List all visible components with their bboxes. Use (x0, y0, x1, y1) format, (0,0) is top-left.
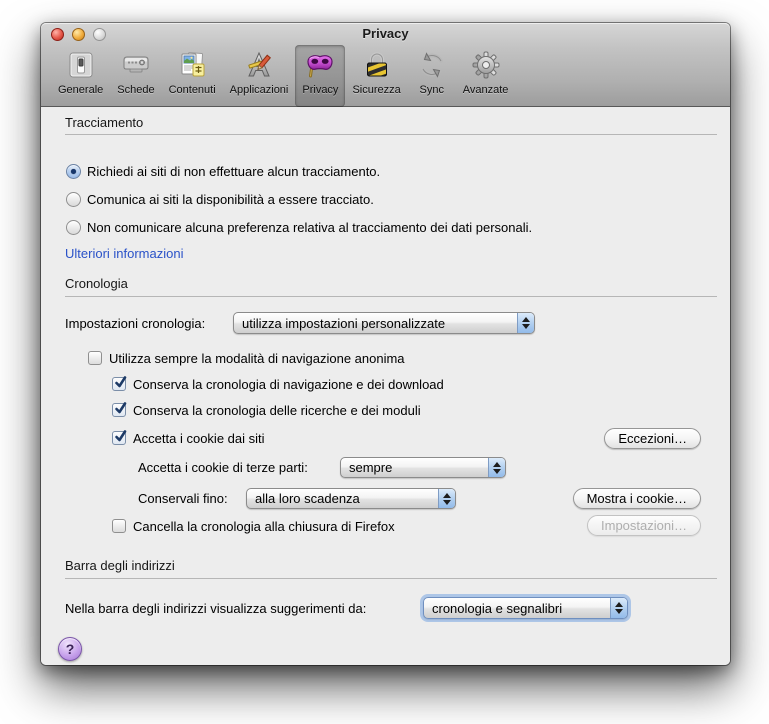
checkbox-label: Conserva la cronologia delle ricerche e … (133, 402, 421, 418)
suggest-dropdown[interactable]: cronologia e segnalibri (423, 597, 628, 619)
toolbar-item-label: Schede (117, 84, 155, 96)
field-label: Accetta i cookie di terze parti: (138, 460, 308, 475)
window-title: Privacy (362, 26, 409, 41)
help-button[interactable]: ? (58, 637, 82, 661)
checkbox-checked[interactable] (112, 376, 127, 391)
toolbar-item-privacy[interactable]: Privacy (295, 45, 346, 107)
radio-row-allow-track[interactable]: Comunica ai siti la disponibilità a esse… (66, 190, 374, 208)
checkbox-checked[interactable] (112, 430, 127, 445)
radio-label: Comunica ai siti la disponibilità a esse… (87, 191, 374, 207)
toolbar-item-label: Sync (419, 84, 444, 96)
toolbar-item-label: Applicazioni (229, 84, 289, 96)
radio-label: Non comunicare alcuna preferenza relativ… (87, 219, 533, 235)
checkbox-checked[interactable] (112, 402, 127, 417)
more-info-link[interactable]: Ulteriori informazioni (65, 246, 183, 261)
content-page-icon (175, 48, 209, 82)
tab-icon (119, 48, 153, 82)
dropdown-stepper-icon (610, 598, 627, 618)
radio-row-no-preference[interactable]: Non comunicare alcuna preferenza relativ… (66, 218, 532, 236)
toolbar: Generale Schede Contenuti Applicazioni P… (51, 45, 515, 107)
toolbar-item-label: Privacy (302, 84, 339, 96)
sync-icon (415, 48, 449, 82)
toolbar-item-contenuti[interactable]: Contenuti (162, 45, 223, 107)
toolbar-item-generale[interactable]: Generale (51, 45, 110, 107)
checkbox-label: Cancella la cronologia alla chiusura di … (133, 518, 395, 534)
checkbox-row-keep-search[interactable]: Conserva la cronologia delle ricerche e … (112, 401, 421, 419)
radio-button[interactable] (66, 191, 81, 207)
gear-icon (469, 48, 503, 82)
toolbar-item-schede[interactable]: Schede (110, 45, 161, 107)
field-label: Impostazioni cronologia: (65, 315, 206, 331)
show-cookies-button[interactable]: Mostra i cookie… (572, 488, 701, 509)
section-title-history: Cronologia (65, 276, 128, 291)
lock-icon (360, 48, 394, 82)
toolbar-item-label: Generale (58, 84, 104, 96)
dropdown-value: alla loro scadenza (255, 491, 360, 506)
applications-icon (242, 48, 276, 82)
section-divider (65, 578, 717, 579)
checkbox-row-accept-cookies[interactable]: Accetta i cookie dai siti (112, 429, 265, 447)
third-party-label: Accetta i cookie di terze parti: (138, 457, 308, 478)
checkbox-label: Accetta i cookie dai siti (133, 430, 265, 446)
mask-icon (303, 48, 337, 82)
toolbar-item-label: Contenuti (168, 84, 216, 96)
checkbox-row-clear-on-close[interactable]: Cancella la cronologia alla chiusura di … (112, 517, 395, 535)
checkbox-label: Utilizza sempre la modalità di navigazio… (109, 350, 405, 366)
dropdown-value: utilizza impostazioni personalizzate (242, 315, 446, 331)
history-settings-label: Impostazioni cronologia: (65, 312, 205, 334)
dropdown-stepper-icon (488, 458, 505, 477)
clear-settings-button: Impostazioni… (587, 515, 701, 536)
suggest-label: Nella barra degli indirizzi visualizza s… (65, 597, 366, 619)
privacy-pane: Tracciamento Richiedi ai siti di non eff… (41, 108, 730, 665)
checkbox-label: Conserva la cronologia di navigazione e … (133, 376, 444, 392)
field-label: Conservali fino: (138, 491, 228, 506)
toolbar-item-sicurezza[interactable]: Sicurezza (345, 45, 407, 107)
radio-row-do-not-track[interactable]: Richiedi ai siti di non effettuare alcun… (66, 162, 380, 180)
dropdown-stepper-icon (438, 489, 455, 508)
toolbar-item-label: Avanzate (462, 84, 509, 96)
toolbar-item-sync[interactable]: Sync (408, 45, 456, 107)
checkbox-unchecked[interactable] (112, 519, 126, 533)
dropdown-value: sempre (349, 460, 393, 475)
keep-until-label: Conservali fino: (138, 488, 228, 509)
dropdown-value: cronologia e segnalibri (432, 600, 563, 616)
preferences-window: Privacy Generale Schede Contenuti Applic… (41, 23, 730, 665)
section-divider (65, 134, 717, 135)
checkbox-row-keep-history[interactable]: Conserva la cronologia di navigazione e … (112, 375, 444, 393)
field-label: Nella barra degli indirizzi visualizza s… (65, 600, 367, 616)
radio-label: Richiedi ai siti di non effettuare alcun… (87, 163, 381, 179)
section-title-addressbar: Barra degli indirizzi (65, 558, 175, 573)
keep-until-dropdown[interactable]: alla loro scadenza (246, 488, 456, 509)
section-divider (65, 296, 717, 297)
dropdown-stepper-icon (517, 313, 534, 333)
third-party-dropdown[interactable]: sempre (340, 457, 506, 478)
checkbox-row-private-mode[interactable]: Utilizza sempre la modalità di navigazio… (88, 349, 405, 367)
toolbar-item-applicazioni[interactable]: Applicazioni (223, 45, 296, 107)
window-chrome: Privacy Generale Schede Contenuti Applic… (41, 23, 730, 107)
radio-button[interactable] (66, 219, 81, 235)
switch-icon (64, 48, 98, 82)
titlebar[interactable]: Privacy (41, 23, 730, 45)
section-title-tracking: Tracciamento (65, 115, 144, 130)
toolbar-item-avanzate[interactable]: Avanzate (456, 45, 516, 107)
toolbar-item-label: Sicurezza (352, 84, 401, 96)
checkbox-unchecked[interactable] (88, 351, 102, 365)
exceptions-button[interactable]: Eccezioni… (604, 428, 701, 449)
history-settings-dropdown[interactable]: utilizza impostazioni personalizzate (233, 312, 535, 334)
radio-button-selected[interactable] (66, 163, 81, 179)
